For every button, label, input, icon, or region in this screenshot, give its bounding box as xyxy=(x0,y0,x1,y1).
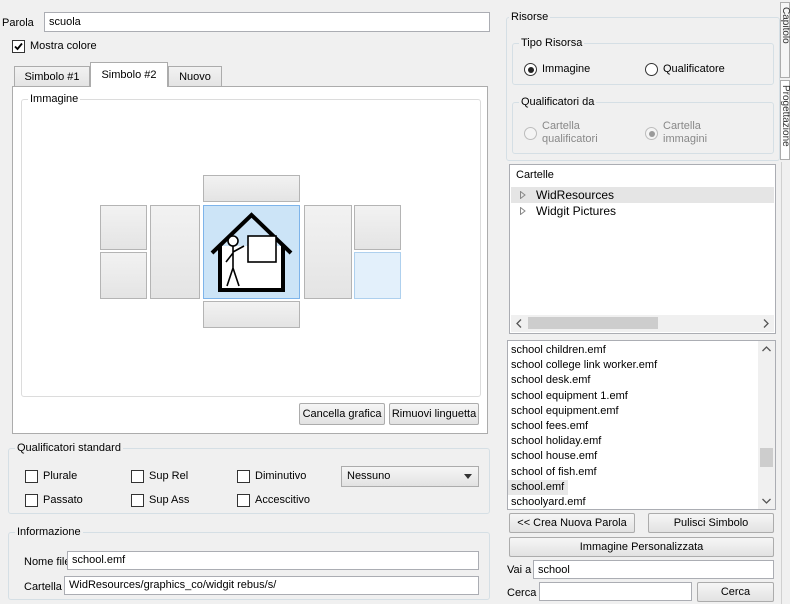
plurale-label: Plurale xyxy=(43,470,78,482)
file-list-item[interactable]: school fees.emf xyxy=(508,419,758,434)
cartelle-header: Cartelle xyxy=(516,169,554,181)
side-tab-progettazione[interactable]: Progettazione xyxy=(780,80,790,160)
file-list-item[interactable]: school holiday.emf xyxy=(508,434,758,449)
immagine-personalizzata-button[interactable]: Immagine Personalizzata xyxy=(509,537,774,557)
immagine-title: Immagine xyxy=(28,93,81,105)
scroll-down-icon[interactable] xyxy=(762,498,771,504)
tipo-risorsa-title: Tipo Risorsa xyxy=(519,37,585,49)
cartella-qualificatori-line1: Cartella xyxy=(542,120,580,132)
diminutivo-label: Diminutivo xyxy=(255,470,307,482)
slot-right-inner[interactable] xyxy=(304,205,352,299)
checkbox-checked-icon xyxy=(12,40,25,53)
file-list-item[interactable]: school children.emf xyxy=(508,343,758,358)
slot-right-outer-bottom[interactable] xyxy=(354,252,401,299)
side-divider xyxy=(781,162,790,604)
tree-item-label: WidResources xyxy=(536,188,615,202)
cartella-qualificatori-line2: qualificatori xyxy=(542,133,598,145)
accescitivo-label: Accescitivo xyxy=(255,494,311,506)
vai-a-label: Vai a xyxy=(507,564,532,576)
immagine-radio-label: Immagine xyxy=(542,63,591,75)
side-tab-capitolo[interactable]: Capitolo xyxy=(780,2,790,78)
radio-icon xyxy=(524,127,537,140)
slot-top[interactable] xyxy=(203,175,300,202)
crea-nuova-parola-button[interactable]: << Crea Nuova Parola xyxy=(509,513,635,533)
file-list-item[interactable]: school desk.emf xyxy=(508,373,758,388)
tab-content-panel: Immagine Cancella grafica Rimuovi lingue… xyxy=(12,86,488,434)
tree-expand-icon xyxy=(520,191,526,199)
files-vscroll-thumb[interactable] xyxy=(760,448,773,467)
rimuovi-linguetta-button[interactable]: Rimuovi linguetta xyxy=(389,403,479,425)
cartelle-tree[interactable]: Cartelle WidResources Widgit Pictures xyxy=(509,164,776,334)
tree-expand-icon xyxy=(520,207,526,215)
files-container: school children.emf school college link w… xyxy=(508,343,758,509)
tab-label: Simbolo #1 xyxy=(24,70,80,83)
file-list-item[interactable]: school equipment 1.emf xyxy=(508,389,758,404)
slot-left-outer-top[interactable] xyxy=(100,205,147,250)
sup-rel-label: Sup Rel xyxy=(149,470,189,482)
file-list-item[interactable]: school.emf xyxy=(508,479,569,495)
tab-label: Nuovo xyxy=(179,70,211,83)
cartella-field[interactable]: WidResources/graphics_co/widgit rebus/s/ xyxy=(64,576,479,595)
radio-selected-icon xyxy=(645,127,658,140)
tab-nuovo[interactable]: Nuovo xyxy=(168,66,222,86)
file-list-item[interactable]: schoolyard.emf xyxy=(508,495,758,509)
cartella-immagini-line1: Cartella xyxy=(663,120,701,132)
qualificatore-select[interactable]: Nessuno xyxy=(341,466,479,487)
cartella-label: Cartella xyxy=(24,581,62,593)
pulisci-simbolo-button[interactable]: Pulisci Simbolo xyxy=(648,513,774,533)
dropdown-arrow-icon xyxy=(464,474,472,479)
cerca-input[interactable] xyxy=(539,582,692,601)
file-list-item[interactable]: school of fish.emf xyxy=(508,465,758,480)
cartelle-hscroll-thumb[interactable] xyxy=(528,317,658,329)
files-vscrollbar[interactable] xyxy=(758,341,775,509)
scroll-right-icon[interactable] xyxy=(763,319,769,328)
tab-label: Simbolo #2 xyxy=(101,69,157,81)
cartelle-hscrollbar[interactable] xyxy=(511,315,774,332)
cerca-button[interactable]: Cerca xyxy=(697,582,774,602)
tree-item-widresources[interactable]: WidResources xyxy=(511,187,774,203)
tab-simbolo-1[interactable]: Simbolo #1 xyxy=(14,66,90,86)
radio-selected-icon xyxy=(524,63,537,76)
nome-file-label: Nome file xyxy=(24,556,71,568)
scroll-up-icon[interactable] xyxy=(762,346,771,352)
qualificatori-da-title: Qualificatori da xyxy=(519,96,597,108)
tree-item-label: Widgit Pictures xyxy=(536,204,617,218)
slot-center-selected[interactable] xyxy=(203,205,300,299)
radio-icon xyxy=(645,63,658,76)
slot-left-inner[interactable] xyxy=(150,205,200,299)
risorse-title: Risorse xyxy=(509,11,551,23)
passato-label: Passato xyxy=(43,494,83,506)
cancella-grafica-button[interactable]: Cancella grafica xyxy=(299,403,385,425)
parola-label: Parola xyxy=(2,17,34,29)
sup-ass-label: Sup Ass xyxy=(149,494,190,506)
tab-simbolo-2[interactable]: Simbolo #2 xyxy=(90,62,168,87)
qualificatore-select-value: Nessuno xyxy=(347,470,391,482)
qualificatore-radio-label: Qualificatore xyxy=(663,63,725,75)
informazione-title: Informazione xyxy=(15,526,83,538)
tree-item-widgit-pictures[interactable]: Widgit Pictures xyxy=(511,203,774,219)
side-tab-label: Progettazione xyxy=(780,85,790,147)
files-list[interactable]: school children.emf school college link w… xyxy=(507,340,776,510)
mostra-colore-label: Mostra colore xyxy=(30,40,97,52)
file-list-item[interactable]: school college link worker.emf xyxy=(508,358,758,373)
file-list-item[interactable]: school house.emf xyxy=(508,449,758,464)
school-symbol-icon xyxy=(210,212,293,292)
qualificatori-standard-title: Qualificatori standard xyxy=(15,442,123,454)
nome-file-field[interactable]: school.emf xyxy=(67,551,479,570)
slot-left-outer-bottom[interactable] xyxy=(100,252,147,299)
parola-input[interactable] xyxy=(44,12,490,32)
slot-right-outer-top[interactable] xyxy=(354,205,401,250)
slot-bottom[interactable] xyxy=(203,301,300,328)
scroll-left-icon[interactable] xyxy=(516,319,522,328)
cerca-label: Cerca xyxy=(507,587,537,599)
file-list-item[interactable]: school equipment.emf xyxy=(508,404,758,419)
vai-a-input[interactable] xyxy=(533,560,774,579)
side-tab-label: Capitolo xyxy=(780,7,790,44)
cartella-immagini-line2: immagini xyxy=(663,133,708,145)
